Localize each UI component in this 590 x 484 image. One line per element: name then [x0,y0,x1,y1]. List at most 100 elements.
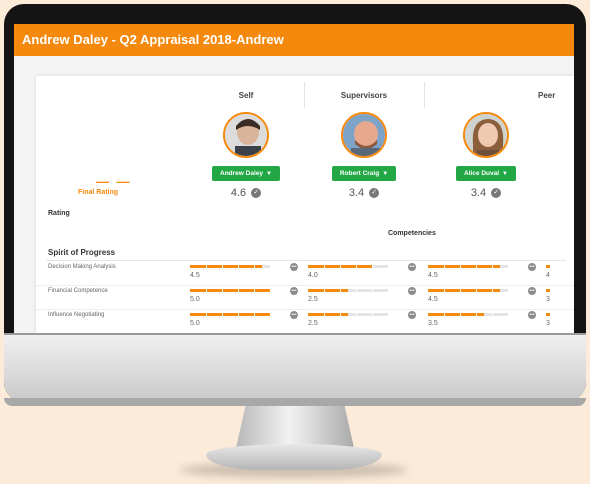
comment-icon[interactable]: ••• [408,263,416,271]
rating-value: 4.0 [308,272,318,279]
competency-row: Influence Negotiating 5.0 ••• 2.5 ••• 3.5 ••• 3 [36,310,574,333]
rating-cell: 5.0 ••• [186,310,298,333]
rating-bar [190,313,270,316]
check-circle-icon: ✓ [369,188,380,199]
rating-bar-fill [428,289,500,292]
rating-bar-segment [372,265,373,268]
rating-bar-segment [356,289,357,292]
rating-bar-segment [222,313,223,316]
rating-bar-fill [190,313,270,316]
caret-down-icon: ▼ [382,171,389,177]
rating-value: 4 [546,272,550,279]
rating-bar-segment [324,313,325,316]
person-name: Andrew Daley [220,170,264,177]
column-divider [424,82,425,108]
monitor-chin-edge [4,398,586,406]
person-score: 3.4 ✓ [304,187,424,199]
rating-bar-segment [444,289,445,292]
rating-bar-fill [546,289,550,292]
rating-bar-segment [492,265,493,268]
rating-bar-segment [206,265,207,268]
rating-bar-segment [444,265,445,268]
rating-bar [308,289,388,292]
avatar-andrew-daley [223,112,269,158]
rating-bar-segment [372,289,373,292]
rating-bar-fill [546,265,550,268]
comment-icon[interactable]: ••• [528,311,536,319]
rating-cell: 3.5 ••• [424,310,536,333]
rating-bar [428,313,508,316]
rating-bar-segment [356,313,357,316]
rating-value: 5.0 [190,296,200,303]
competency-label: Influence Negotiating [48,312,105,318]
rating-row-label: Rating [48,210,70,217]
rating-cell: 4.0 ••• [304,262,416,286]
column-header-self: Self [238,91,254,100]
rating-bar-segment [324,289,325,292]
person-score: 4.6 ✓ [186,187,306,199]
rating-bar-segment [206,289,207,292]
monitor-chin [4,333,586,402]
rating-bar-fill [190,265,262,268]
rating-bar-segment [340,289,341,292]
rating-bar [308,313,388,316]
rating-bar-segment [340,313,341,316]
comment-icon[interactable]: ••• [408,287,416,295]
rating-bar-fill [190,289,270,292]
final-rating-label: Final Rating [78,189,119,196]
caret-down-icon: ▼ [266,171,272,177]
competency-row: Decision Making Analysis 4.5 ••• 4.0 ••• 4.5 •… [36,262,574,286]
competency-label: Financial Competence [48,288,108,294]
rating-value: 2.5 [308,296,318,303]
rating-bar-segment [254,265,255,268]
person-dropdown-robert-craig[interactable]: Robert Craig ▼ [331,166,397,181]
rating-bar-segment [460,289,461,292]
column-header-supervisors: Supervisors [340,91,388,100]
rating-bar [190,265,270,268]
rating-bar-segment [476,289,477,292]
comment-icon[interactable]: ••• [528,263,536,271]
score-value: 3.4 [348,187,365,199]
rating-bar-fill [308,289,348,292]
rating-cell: 4.5 ••• [186,262,298,286]
monitor-stand-base [206,444,382,470]
rating-value: 2.5 [308,320,318,327]
rating-value: 5.0 [190,320,200,327]
comment-icon[interactable]: ••• [290,287,298,295]
column-header-peers: Peer [538,91,556,100]
rating-value: 3 [546,296,550,303]
rating-bar-segment [222,265,223,268]
comment-icon[interactable]: ••• [290,311,298,319]
section-title: Spirit of Progress [48,248,116,257]
rating-bar-segment [254,289,255,292]
rating-bar [428,265,508,268]
comment-icon[interactable]: ••• [408,311,416,319]
person-supervisor: Robert Craig ▼ 3.4 ✓ [304,112,424,199]
comment-icon[interactable]: ••• [290,263,298,271]
person-name: Alice Duval [464,170,500,177]
rating-bar-segment [372,313,373,316]
person-dropdown-alice-duval[interactable]: Alice Duval ▼ [456,166,516,181]
check-circle-icon: ✓ [491,188,502,199]
competencies-label: Competencies [388,230,436,237]
rating-bar-fill [308,313,348,316]
rating-bar-segment [460,265,461,268]
rating-bar [308,265,388,268]
rating-bar-segment [444,313,445,316]
rating-bar-fill [546,313,550,316]
comment-icon[interactable]: ••• [528,287,536,295]
person-dropdown-andrew-daley[interactable]: Andrew Daley ▼ [212,166,280,181]
rating-cell: 2.5 ••• [304,286,416,310]
rating-value: 4.5 [190,272,200,279]
person-score: 3.4 ✓ [426,187,546,199]
avatar-alice-duval [463,112,509,158]
person-name: Robert Craig [339,170,380,177]
rating-value: 4.5 [428,296,438,303]
rating-bar-segment [476,265,477,268]
rating-cell: 4.5 ••• [424,262,536,286]
monitor-stand-neck [236,406,354,448]
rating-bar-segment [238,265,239,268]
rating-bar-segment [340,265,341,268]
rating-bar-segment [254,313,255,316]
person-self: Andrew Daley ▼ 4.6 ✓ [186,112,306,199]
